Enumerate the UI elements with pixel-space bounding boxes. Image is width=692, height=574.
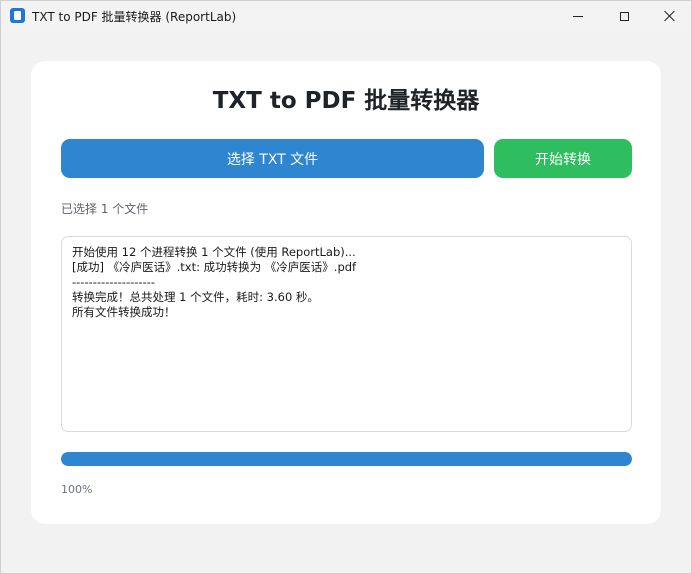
page-title: TXT to PDF 批量转换器 [212,88,480,114]
selected-file-count: 已选择 1 个文件 [61,202,149,216]
progress-bar [61,452,632,466]
select-files-button[interactable]: 选择 TXT 文件 [61,139,484,178]
log-line: [成功] 《冷庐医话》.txt: 成功转换为 《冷庐医话》.pdf [72,260,357,274]
maximize-icon [619,11,629,21]
app-window: TXT to PDF 批量转换器 (ReportLab) TXT to PDF … [0,0,692,574]
log-line: -------------------- [72,275,155,289]
title-bar[interactable]: TXT to PDF 批量转换器 (ReportLab) [1,1,691,31]
log-line: 所有文件转换成功！ [72,305,176,319]
log-line: 开始使用 12 个进程转换 1 个文件 (使用 ReportLab)... [72,245,356,259]
minimize-button[interactable] [555,1,601,31]
start-convert-button[interactable]: 开始转换 [494,139,632,178]
close-icon [664,10,676,22]
progress-percentage: 100% [61,483,93,496]
main-card: TXT to PDF 批量转换器 选择 TXT 文件 开始转换 已选择 1 个文… [31,61,661,524]
progress-bar-fill [61,452,632,466]
log-line: 转换完成！总共处理 1 个文件，耗时: 3.60 秒。 [72,290,319,304]
window-title: TXT to PDF 批量转换器 (ReportLab) [32,10,237,24]
minimize-icon [573,15,583,17]
close-button[interactable] [647,1,691,31]
log-output[interactable]: 开始使用 12 个进程转换 1 个文件 (使用 ReportLab)... [成… [61,236,632,432]
app-icon [10,8,25,23]
maximize-button[interactable] [601,1,647,31]
